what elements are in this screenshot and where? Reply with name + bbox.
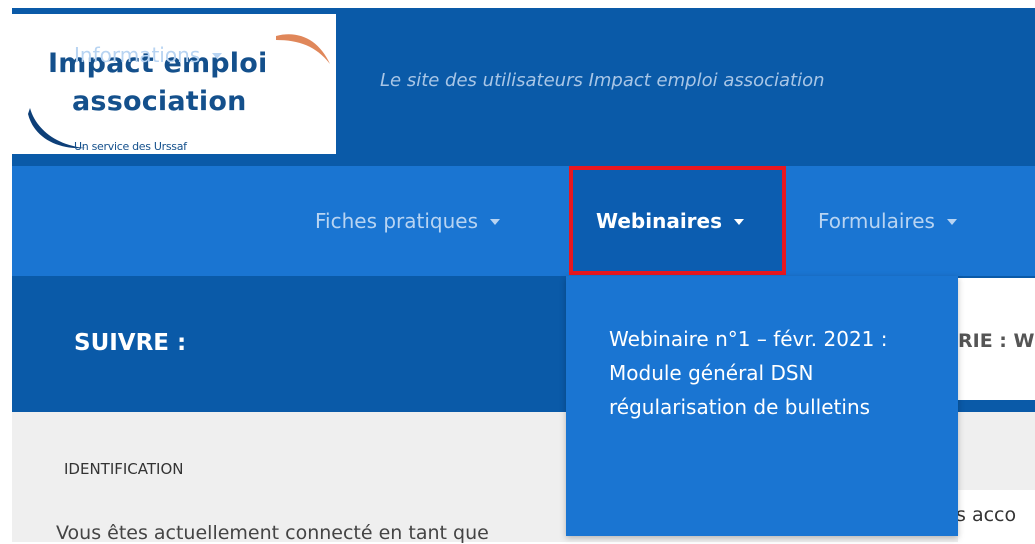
category-label: RIE : W bbox=[958, 330, 1035, 352]
nav-item-formulaires[interactable]: Formulaires bbox=[818, 166, 957, 276]
identification-title: IDENTIFICATION bbox=[64, 460, 184, 478]
right-content-snippet: s acco bbox=[958, 504, 1017, 526]
chevron-down-icon bbox=[734, 219, 745, 225]
logo-swoosh-icon bbox=[276, 34, 330, 64]
chevron-down-icon bbox=[946, 219, 957, 225]
chevron-down-icon bbox=[490, 219, 501, 225]
nav-item-label: Webinaires bbox=[596, 209, 723, 233]
logo-subtitle: Un service des Urssaf bbox=[74, 140, 187, 153]
identification-text: Vous êtes actuellement connecté en tant … bbox=[56, 522, 489, 544]
nav-item-label: Formulaires bbox=[818, 209, 935, 233]
nav-item-webinaires[interactable]: Webinaires bbox=[596, 166, 745, 276]
nav-item-label: Fiches pratiques bbox=[315, 209, 479, 233]
webinaires-dropdown-menu: Webinaire n°1 – févr. 2021 : Module géné… bbox=[566, 276, 958, 536]
follow-label: SUIVRE : bbox=[74, 330, 187, 356]
dropdown-item-webinaire-1[interactable]: Webinaire n°1 – févr. 2021 : Module géné… bbox=[609, 322, 919, 424]
chevron-down-icon bbox=[212, 53, 223, 59]
nav-item-informations[interactable]: Informations bbox=[74, 0, 223, 110]
right-content-box: s acco bbox=[958, 490, 1035, 542]
nav-item-label: Informations bbox=[74, 43, 201, 67]
category-box: RIE : W bbox=[958, 278, 1035, 400]
nav-item-fiches-pratiques[interactable]: Fiches pratiques bbox=[315, 166, 501, 276]
site-tagline: Le site des utilisateurs Impact emploi a… bbox=[380, 70, 825, 91]
